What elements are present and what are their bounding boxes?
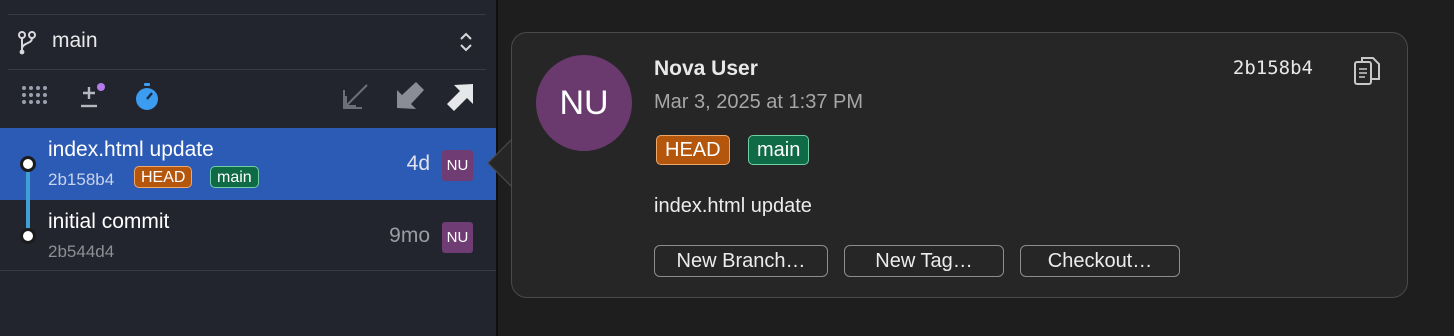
divider xyxy=(8,14,486,15)
commit-title: initial commit xyxy=(48,210,170,233)
commit-message: index.html update xyxy=(654,195,812,217)
commit-title: index.html update xyxy=(48,138,214,161)
pull-arrow-icon[interactable] xyxy=(394,82,424,112)
avatar: NU xyxy=(442,150,473,181)
commit-hash: 2b158b4 xyxy=(48,170,115,189)
chevron-updown-icon[interactable] xyxy=(458,30,474,54)
commit-date: Mar 3, 2025 at 1:37 PM xyxy=(654,91,864,113)
plus-minus-icon[interactable] xyxy=(76,82,106,112)
push-arrow-icon[interactable] xyxy=(446,82,476,112)
toolbar xyxy=(0,72,496,126)
commit-graph-line xyxy=(26,164,30,236)
author-avatar: NU xyxy=(536,55,632,151)
divider xyxy=(0,270,496,271)
commit-row[interactable]: index.html update 2b158b4 HEAD main 4d N… xyxy=(0,128,496,200)
commit-details-popover: NU Nova User Mar 3, 2025 at 1:37 PM 2b15… xyxy=(511,32,1408,298)
graph-dots-icon[interactable] xyxy=(20,82,50,112)
stopwatch-icon[interactable] xyxy=(132,82,162,112)
commit-graph-node xyxy=(20,156,36,172)
divider xyxy=(8,69,486,70)
sidebar: main index.html update 2b158b4 HEAD main… xyxy=(0,0,498,336)
branch-name: main xyxy=(52,29,98,52)
commit-row[interactable]: initial commit 2b544d4 9mo NU xyxy=(0,200,496,272)
fetch-arrow-icon[interactable] xyxy=(340,82,370,112)
commit-age: 9mo xyxy=(389,224,430,247)
copy-icon[interactable] xyxy=(1353,55,1381,87)
git-branch-icon xyxy=(18,31,36,55)
branch-tag-main: main xyxy=(210,166,259,188)
commit-hash[interactable]: 2b158b4 xyxy=(1233,57,1313,79)
new-branch-button[interactable]: New Branch… xyxy=(654,245,828,277)
author-name: Nova User xyxy=(654,57,758,80)
new-tag-button[interactable]: New Tag… xyxy=(844,245,1004,277)
commit-hash: 2b544d4 xyxy=(48,242,115,261)
commit-graph-node xyxy=(20,228,36,244)
checkout-button[interactable]: Checkout… xyxy=(1020,245,1180,277)
avatar: NU xyxy=(442,222,473,253)
head-tag: HEAD xyxy=(134,166,193,188)
branch-tag-main: main xyxy=(748,135,810,165)
branch-selector[interactable]: main xyxy=(0,16,496,68)
commit-age: 4d xyxy=(406,152,430,175)
popover-arrow xyxy=(487,138,513,188)
head-tag: HEAD xyxy=(656,135,730,165)
